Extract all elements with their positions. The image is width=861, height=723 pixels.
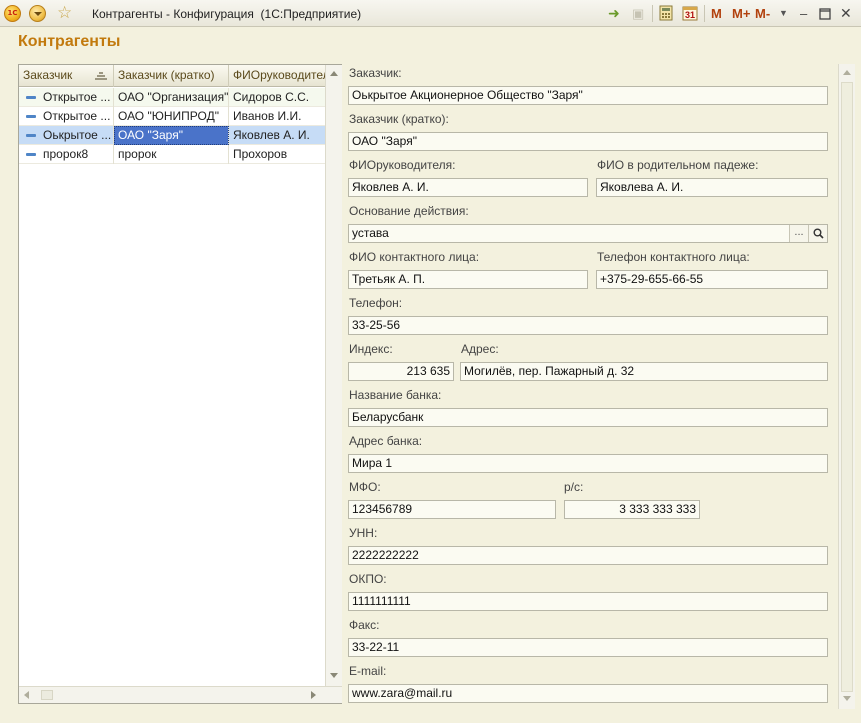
mfo-label: МФО: (349, 480, 381, 494)
cell-customer: Открытое ... (39, 88, 114, 107)
basis-field[interactable]: устава ... (348, 224, 828, 243)
title-bar: 1С ☆ Контрагенты - Конфигурация (1С:Пред… (0, 0, 861, 27)
bank-name-field[interactable]: Беларусбанк (348, 408, 828, 427)
cell-customer-short: пророк (114, 145, 229, 164)
fax-field[interactable]: 33-22-11 (348, 638, 828, 657)
cell-director: Яковлев А. И. (233, 128, 310, 142)
minimize-icon[interactable]: – (800, 5, 807, 22)
cell-customer: пророк8 (39, 145, 114, 164)
table-horizontal-scrollbar[interactable] (19, 686, 342, 703)
favorites-star-icon[interactable]: ☆ (57, 3, 72, 23)
contact-phone-label: Телефон контактного лица: (597, 250, 750, 264)
table-vertical-scrollbar[interactable] (325, 65, 342, 686)
customer-short-label: Заказчик (кратко): (349, 112, 449, 126)
scroll-up-icon[interactable] (330, 71, 338, 76)
account-field[interactable]: 3 333 333 333 (564, 500, 700, 519)
director-field[interactable]: Яковлев А. И. (348, 178, 588, 197)
phone-field[interactable]: 33-25-56 (348, 316, 828, 335)
chevron-down-icon[interactable]: ▼ (779, 5, 788, 22)
form-title: Контрагенты (18, 33, 121, 50)
contact-name-label: ФИО контактного лица: (349, 250, 480, 264)
go-forward-icon[interactable]: ➜ (608, 5, 620, 22)
account-label: р/с: (564, 480, 584, 494)
director-genitive-field[interactable]: Яковлева А. И. (596, 178, 828, 197)
select-button[interactable]: ... (789, 225, 808, 242)
column-header-director[interactable]: ФИОруководител (229, 65, 325, 87)
email-label: E-mail: (349, 664, 387, 678)
scroll-right-icon[interactable] (311, 691, 316, 699)
mfo-field[interactable]: 123456789 (348, 500, 556, 519)
maximize-icon[interactable] (819, 5, 831, 22)
unn-field[interactable]: 2222222222 (348, 546, 828, 565)
address-label: Адрес: (461, 342, 499, 356)
email-field[interactable]: www.zara@mail.ru (348, 684, 828, 703)
scroll-left-icon[interactable] (24, 691, 29, 699)
okpo-label: ОКПО: (349, 572, 387, 586)
table-row[interactable]: Открытое ... ОАО "Организация" Сидоров С… (19, 88, 325, 107)
app-logo-icon[interactable]: 1С (4, 5, 21, 22)
column-header-customer[interactable]: Заказчик (19, 65, 114, 87)
contractors-table[interactable]: Заказчик Заказчик (кратко) ФИОруководите… (18, 64, 342, 704)
director-genitive-label: ФИО в родительном падеже: (597, 158, 759, 172)
item-icon (26, 134, 36, 137)
bank-name-label: Название банка: (349, 388, 442, 402)
cell-customer: Оькрытое ... (39, 126, 114, 145)
magnifier-icon[interactable] (808, 225, 827, 242)
cell-director: Сидоров С.С. (233, 90, 310, 104)
close-icon[interactable]: ✕ (840, 5, 852, 22)
table-row[interactable]: пророк8 пророк Прохоров (19, 145, 325, 164)
director-label: ФИОруководителя: (349, 158, 456, 172)
scroll-up-icon[interactable] (843, 70, 851, 75)
table-row-selected[interactable]: Оькрытое ... ОАО "Заря" Яковлев А. И. (19, 126, 325, 145)
item-icon (26, 115, 36, 118)
scroll-thumb[interactable] (41, 690, 53, 700)
cell-customer-short[interactable]: ОАО "Заря" (114, 126, 229, 145)
contact-name-field[interactable]: Третьяк А. П. (348, 270, 588, 289)
basis-label: Основание действия: (349, 204, 469, 218)
calendar-day: 31 (685, 10, 696, 20)
cell-director: Прохоров (233, 147, 288, 161)
column-header-customer-short[interactable]: Заказчик (кратко) (114, 65, 229, 87)
scroll-thumb[interactable] (841, 82, 853, 692)
address-field[interactable]: Могилёв, пер. Пажарный д. 32 (460, 362, 828, 381)
cell-director: Иванов И.И. (233, 109, 302, 123)
bank-address-field[interactable]: Мира 1 (348, 454, 828, 473)
calculator-icon[interactable] (659, 5, 673, 22)
print-icon[interactable]: ▣ (632, 5, 644, 22)
customer-short-field[interactable]: ОАО "Заря" (348, 132, 828, 151)
customer-label: Заказчик: (349, 66, 402, 80)
cell-customer: Открытое ... (39, 107, 114, 126)
customer-field[interactable]: Оькрытое Акционерное Общество "Заря" (348, 86, 828, 105)
bank-address-label: Адрес банка: (349, 434, 423, 448)
cell-customer-short: ОАО "ЮНИПРОД" (114, 107, 229, 126)
details-vertical-scrollbar[interactable] (838, 64, 855, 709)
calendar-icon[interactable]: 31 (682, 5, 698, 22)
memory-button[interactable]: M (711, 5, 722, 22)
unn-label: УНН: (349, 526, 378, 540)
cell-customer-short: ОАО "Организация" (114, 88, 229, 107)
index-field[interactable]: 213 635 (348, 362, 454, 381)
basis-value: устава (352, 226, 389, 240)
main-menu-button[interactable] (29, 5, 46, 22)
window-title: Контрагенты - Конфигурация (1С:Предприят… (92, 7, 362, 21)
index-label: Индекс: (349, 342, 393, 356)
fax-label: Факс: (349, 618, 380, 632)
contact-phone-field[interactable]: +375-29-655-66-55 (596, 270, 828, 289)
scroll-down-icon[interactable] (843, 696, 851, 701)
memory-plus-button[interactable]: M+ (732, 5, 750, 22)
memory-minus-button[interactable]: M- (755, 5, 770, 22)
item-icon (26, 153, 36, 156)
scroll-down-icon[interactable] (330, 673, 338, 678)
okpo-field[interactable]: 1111111111 (348, 592, 828, 611)
item-icon (26, 96, 36, 99)
phone-label: Телефон: (349, 296, 403, 310)
table-header: Заказчик Заказчик (кратко) ФИОруководите… (19, 65, 325, 87)
table-row[interactable]: Открытое ... ОАО "ЮНИПРОД" Иванов И.И. (19, 107, 325, 126)
sort-icon (95, 71, 107, 80)
